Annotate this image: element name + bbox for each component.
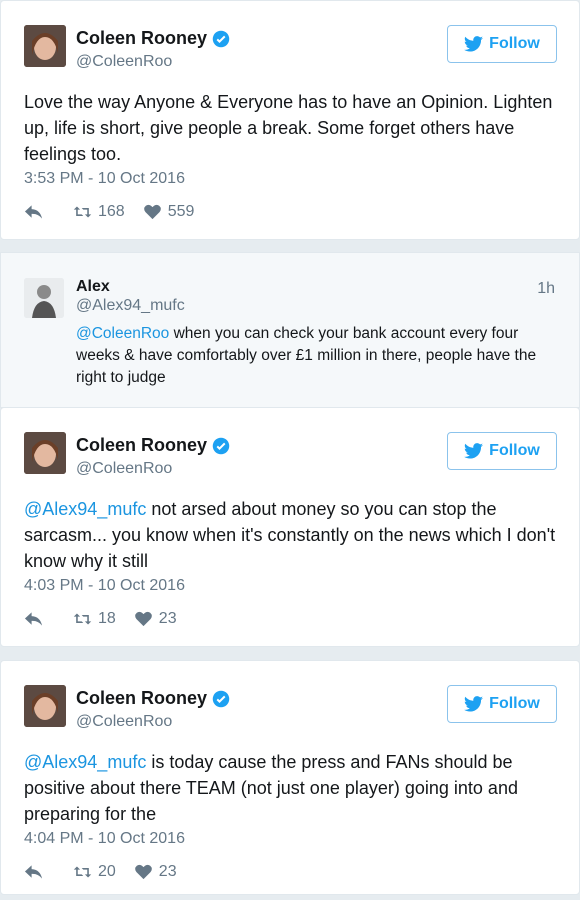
- tweet-card: Coleen Rooney @ColeenRoo Follow @Alex94_…: [0, 660, 580, 895]
- heart-icon: [134, 611, 152, 627]
- tweet-timestamp[interactable]: 4:04 PM - 10 Oct 2016: [24, 830, 185, 848]
- avatar[interactable]: [24, 432, 66, 474]
- author-name[interactable]: Coleen Rooney: [76, 688, 207, 709]
- follow-button[interactable]: Follow: [447, 25, 557, 63]
- reply-avatar[interactable]: [24, 278, 64, 318]
- heart-icon: [134, 864, 152, 880]
- retweet-count: 18: [98, 610, 116, 627]
- verified-badge-icon: [212, 437, 230, 454]
- like-action[interactable]: 23: [134, 863, 177, 881]
- reply-icon: [24, 865, 43, 879]
- tweet-card: Coleen Rooney @ColeenRoo Follow Love the…: [0, 0, 580, 240]
- retweet-icon: [73, 206, 92, 218]
- tweet-text: @Alex94_mufc is today cause the press an…: [24, 749, 564, 827]
- twitter-bird-icon: [464, 696, 484, 712]
- quoted-reply-card: Alex 1h @Alex94_mufc @ColeenRoo when you…: [0, 252, 580, 408]
- follow-label: Follow: [489, 695, 540, 712]
- retweet-action[interactable]: 20: [73, 863, 116, 881]
- retweet-action[interactable]: 168: [73, 203, 125, 221]
- like-count: 559: [167, 203, 195, 220]
- reply-age[interactable]: 1h: [537, 280, 555, 298]
- tweet-timestamp[interactable]: 4:03 PM - 10 Oct 2016: [24, 577, 185, 595]
- avatar[interactable]: [24, 685, 66, 727]
- tweet-mention[interactable]: @Alex94_mufc: [24, 499, 146, 519]
- verified-badge-icon: [212, 690, 230, 707]
- follow-label: Follow: [489, 442, 540, 459]
- like-count: 23: [158, 610, 177, 627]
- retweet-icon: [73, 613, 92, 625]
- reply-action[interactable]: [24, 864, 49, 880]
- twitter-bird-icon: [464, 443, 484, 459]
- reply-icon: [24, 205, 43, 219]
- avatar[interactable]: [24, 25, 66, 67]
- author-handle[interactable]: @ColeenRoo: [76, 713, 172, 731]
- reply-action[interactable]: [24, 611, 49, 627]
- tweet-timestamp[interactable]: 3:53 PM - 10 Oct 2016: [24, 170, 185, 188]
- retweet-count: 20: [98, 863, 116, 880]
- heart-icon: [143, 204, 161, 220]
- reply-action[interactable]: [24, 204, 49, 220]
- retweet-count: 168: [98, 203, 125, 220]
- follow-button[interactable]: Follow: [447, 685, 557, 723]
- reply-text: @ColeenRoo when you can check your bank …: [76, 323, 561, 389]
- reply-author-handle[interactable]: @Alex94_mufc: [76, 297, 185, 315]
- tweet-mention[interactable]: @Alex94_mufc: [24, 752, 146, 772]
- reply-mention[interactable]: @ColeenRoo: [76, 325, 169, 342]
- author-name[interactable]: Coleen Rooney: [76, 435, 207, 456]
- tweet-card: Coleen Rooney @ColeenRoo Follow @Alex94_…: [0, 407, 580, 647]
- retweet-icon: [73, 866, 92, 878]
- reply-author-name[interactable]: Alex: [76, 278, 110, 296]
- reply-icon: [24, 612, 43, 626]
- verified-badge-icon: [212, 30, 230, 47]
- follow-label: Follow: [489, 35, 540, 52]
- like-count: 23: [158, 863, 177, 880]
- author-handle[interactable]: @ColeenRoo: [76, 53, 172, 71]
- author-name[interactable]: Coleen Rooney: [76, 28, 207, 49]
- follow-button[interactable]: Follow: [447, 432, 557, 470]
- tweet-text: Love the way Anyone & Everyone has to ha…: [24, 92, 553, 164]
- like-action[interactable]: 23: [134, 610, 177, 628]
- twitter-bird-icon: [464, 36, 484, 52]
- tweet-text: @Alex94_mufc not arsed about money so yo…: [24, 496, 564, 574]
- like-action[interactable]: 559: [143, 203, 195, 221]
- retweet-action[interactable]: 18: [73, 610, 116, 628]
- author-handle[interactable]: @ColeenRoo: [76, 460, 172, 478]
